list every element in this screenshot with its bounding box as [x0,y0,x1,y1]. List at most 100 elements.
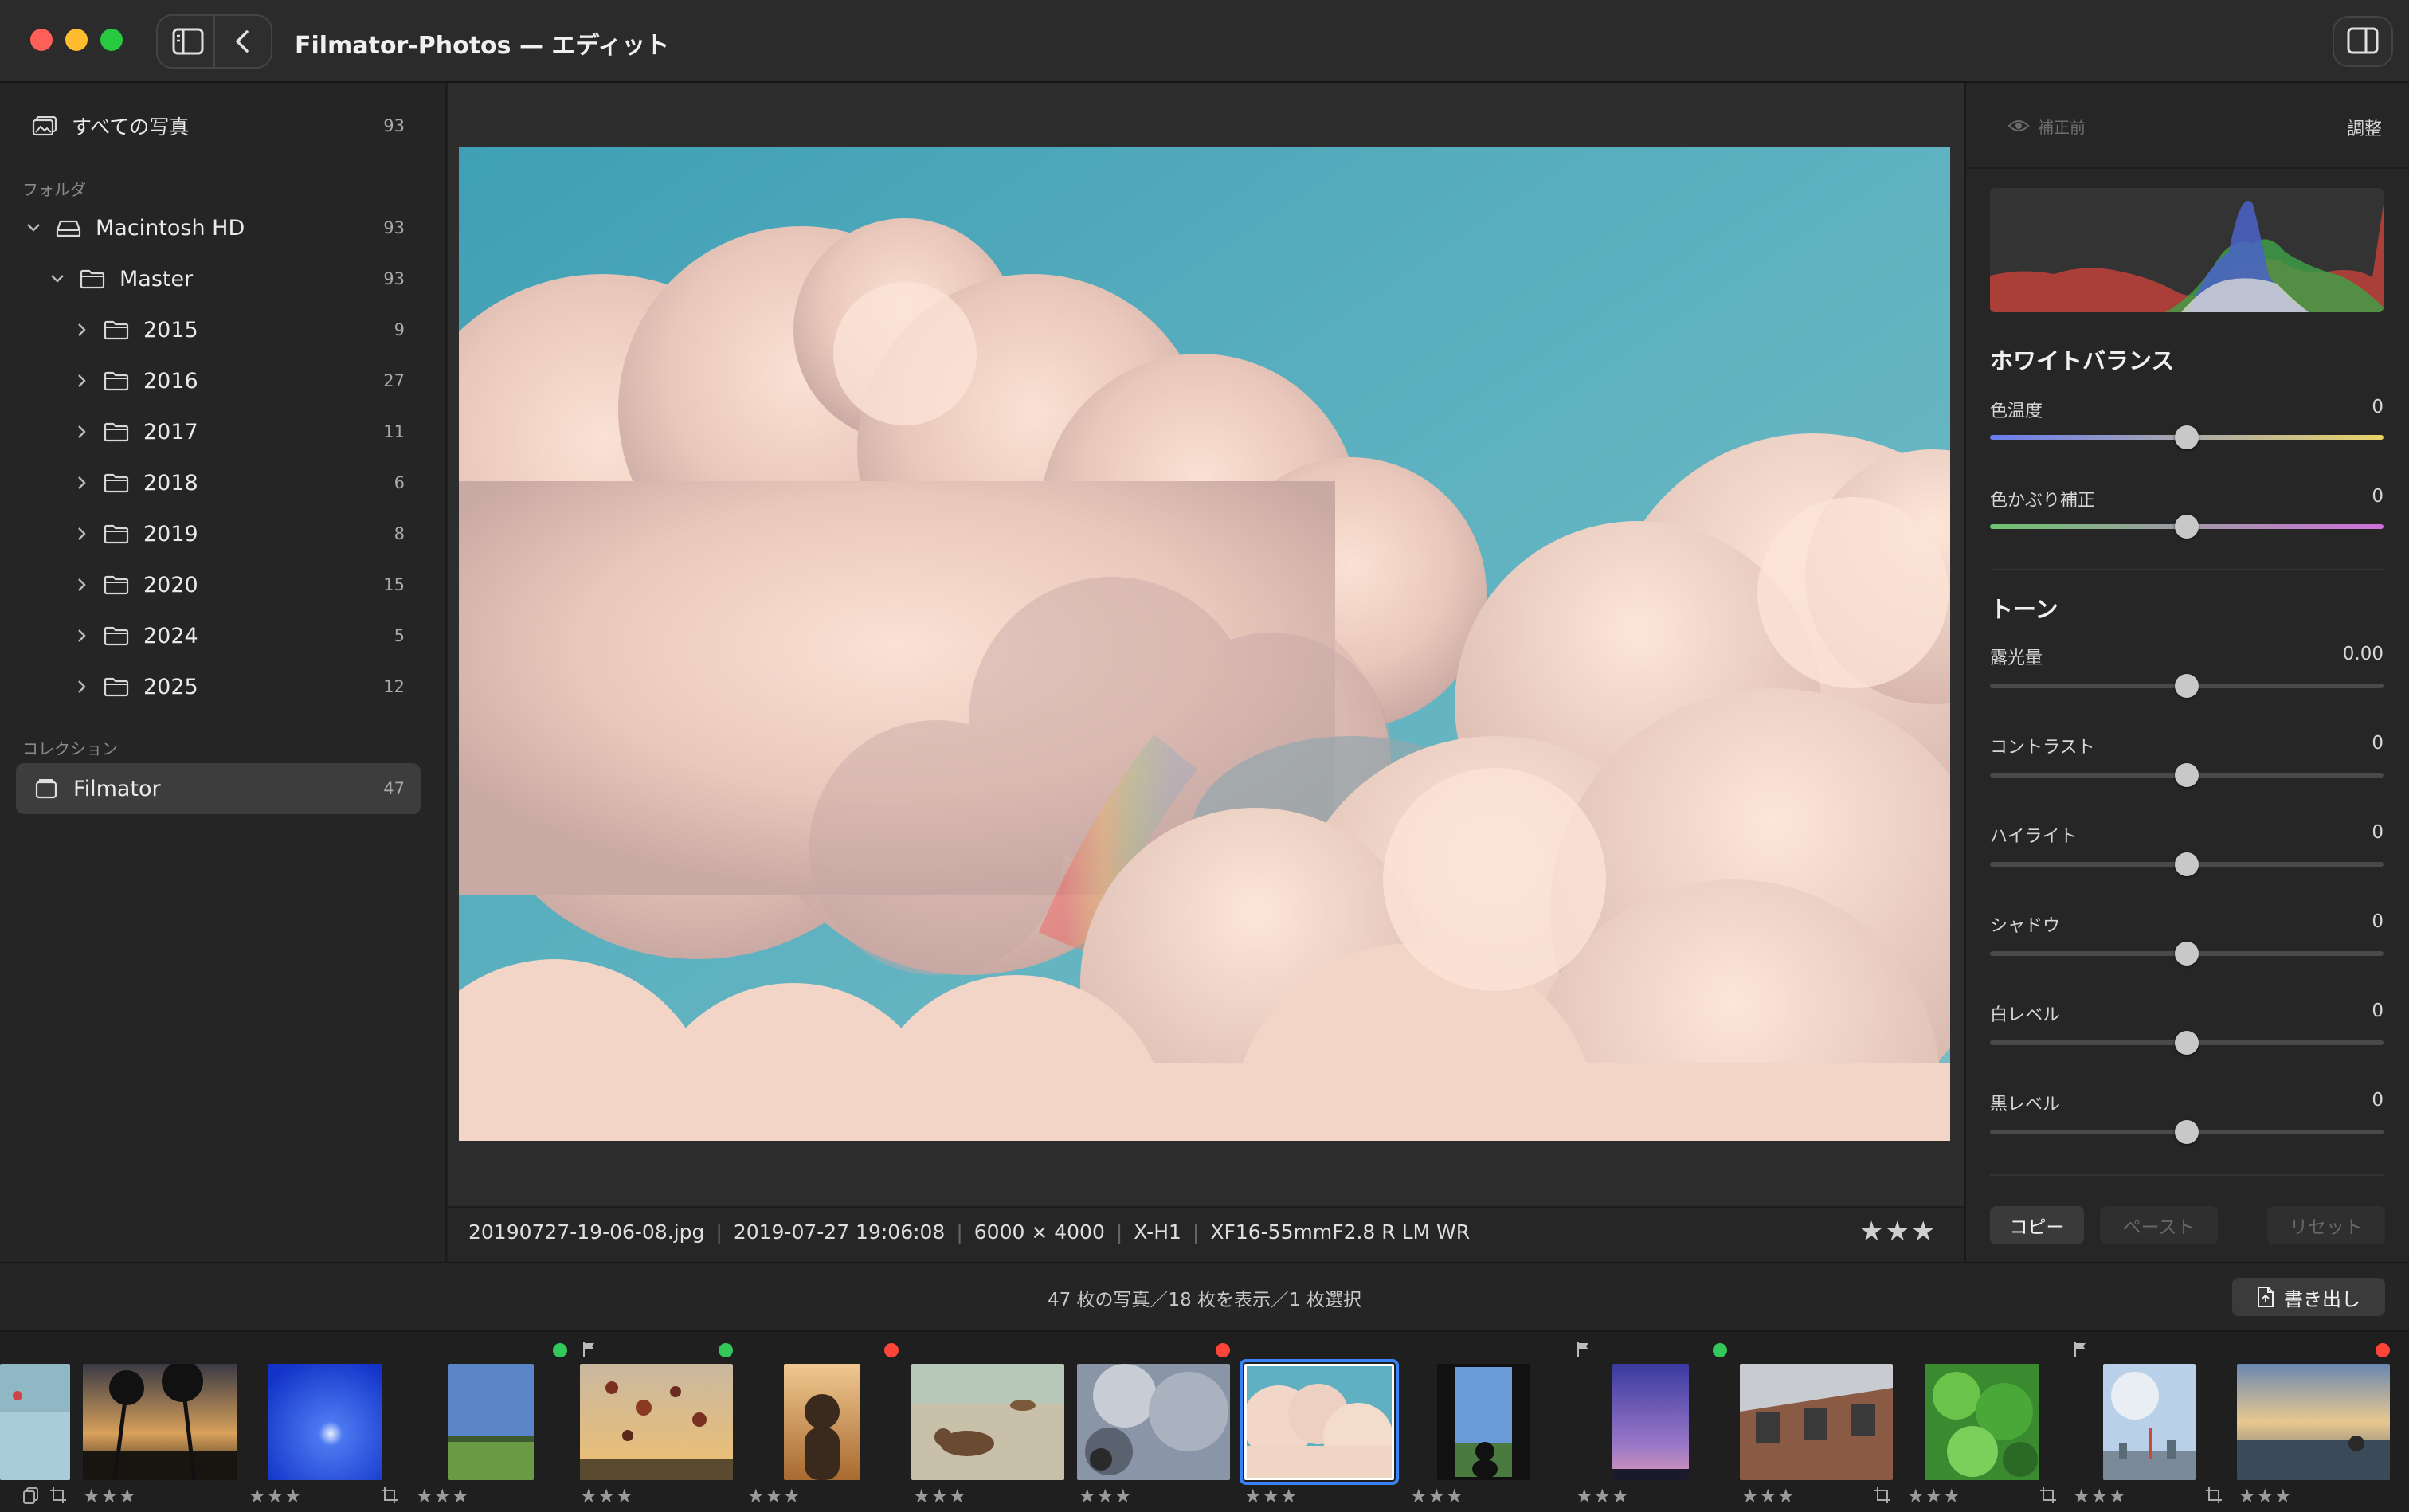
back-button[interactable] [225,24,263,59]
highlights-slider-knob[interactable] [2175,852,2199,876]
sidebar-item-count: 27 [383,371,405,390]
info-separator: | [1115,1220,1123,1244]
thumb-rating-stars[interactable]: ★★★ [580,1485,634,1507]
sidebar-item-count: 93 [383,116,405,135]
thumb-rating-stars[interactable]: ★★★ [2239,1485,2293,1507]
sidebar-item-year[interactable]: 2020 15 [73,561,446,609]
export-label: 書き出し [2284,1287,2360,1310]
sidebar-item-label: 2019 [143,521,198,546]
thumb-rating-stars[interactable]: ★★★ [83,1485,137,1507]
sidebar-item-year[interactable]: 2015 9 [73,306,446,354]
export-button[interactable]: 書き出し [2232,1278,2385,1316]
sidebar-item-master[interactable]: Master 93 [49,255,446,303]
thumb-rating-stars[interactable]: ★★★ [416,1485,470,1507]
chevron-right-icon[interactable] [73,475,89,491]
window-title: Filmator-Photos — エディット [295,32,670,60]
thumb-rating-stars[interactable]: ★★★ [249,1485,303,1507]
reset-button[interactable]: リセット [2267,1206,2385,1244]
folder-icon [104,371,129,391]
sidebar-item-label: Macintosh HD [96,215,245,241]
thumb-3-blue-sky-sun[interactable] [268,1364,382,1480]
minimize-window-button[interactable] [65,29,88,51]
exposure-slider-knob[interactable] [2175,674,2199,698]
inspector-toggle-button[interactable] [2333,16,2393,67]
folder-icon [104,422,129,442]
sidebar-item-count: 93 [383,269,405,288]
tint-slider-knob[interactable] [2175,515,2199,539]
sidebar-item-year[interactable]: 2018 6 [73,459,446,507]
thumb-14-city-skyline[interactable] [2103,1364,2196,1480]
thumb-6-child-sunset[interactable] [784,1364,860,1480]
thumb-5-balloons[interactable] [580,1364,733,1480]
sidebar-item-year[interactable]: 2017 11 [73,408,446,456]
thumb-9-clouds-selected[interactable] [1240,1359,1399,1485]
thumb-rating-stars[interactable]: ★★★ [2073,1485,2127,1507]
thumb-13-green-leaves[interactable] [1925,1364,2039,1480]
sidebar-item-year[interactable]: 2025 12 [73,663,446,711]
chevron-right-icon[interactable] [73,577,89,593]
paste-button[interactable]: ペースト [2100,1206,2218,1244]
slider-label-highlights: ハイライト [1990,827,2078,847]
shadows-slider-knob[interactable] [2175,942,2199,966]
main-photo[interactable] [459,147,1950,1141]
contrast-slider-knob[interactable] [2175,763,2199,787]
thumb-rating-stars[interactable]: ★★★ [1576,1485,1630,1507]
sidebar-item-all-photos[interactable]: すべての写真 93 [32,102,446,150]
chevron-right-icon[interactable] [73,322,89,338]
thumb-12-brick-building[interactable] [1740,1364,1893,1480]
thumbnail-image [2237,1364,2390,1480]
sidebar-item-filmator-collection[interactable]: Filmator 47 [33,765,446,813]
thumb-10-cat-window[interactable] [1437,1364,1530,1480]
slider-value-temperature: 0 [2372,397,2384,417]
whites-slider-knob[interactable] [2175,1031,2199,1055]
chevron-right-icon[interactable] [73,373,89,389]
photos-icon [32,116,57,136]
chevron-right-icon[interactable] [73,424,89,440]
temperature-slider-knob[interactable] [2175,425,2199,449]
blacks-slider-knob[interactable] [2175,1120,2199,1144]
sidebar-item-count: 93 [383,218,405,237]
chevron-right-icon[interactable] [73,628,89,644]
chevron-down-icon[interactable] [49,271,65,287]
toolbar-divider [213,16,215,67]
folder-icon [104,575,129,595]
adjust-tab[interactable]: 調整 [2347,115,2382,140]
close-window-button[interactable] [30,29,53,51]
sidebar-item-year[interactable]: 2016 27 [73,357,446,405]
copy-icon [23,1487,38,1504]
zoom-window-button[interactable] [100,29,123,51]
thumb-rating-stars[interactable]: ★★★ [913,1485,967,1507]
sidebar-item-year[interactable]: 2019 8 [73,510,446,558]
chevron-right-icon[interactable] [73,526,89,542]
thumb-rating-stars[interactable]: ★★★ [1410,1485,1464,1507]
chevron-down-icon[interactable] [25,220,41,236]
flag-icon [2074,1342,2086,1357]
copy-button[interactable]: コピー [1990,1206,2084,1244]
thumb-rating-stars[interactable]: ★★★ [747,1485,801,1507]
thumb-15-sunset-coast[interactable] [2237,1364,2390,1480]
folder-icon [104,320,129,340]
thumb-1-blue-water[interactable] [0,1364,70,1480]
sidebar-item-macintosh-hd[interactable]: Macintosh HD 93 [25,204,446,252]
before-toggle-button[interactable]: 補正前 [1992,110,2109,142]
thumb-8-gray-clouds[interactable] [1077,1364,1230,1480]
sidebar-item-count: 47 [383,779,405,798]
thumb-rating-stars[interactable]: ★★★ [1741,1485,1796,1507]
info-camera: X-H1 [1134,1220,1181,1244]
chevron-right-icon[interactable] [73,679,89,695]
thumb-2-palm-sunset[interactable] [83,1364,237,1480]
thumbnail-image [1437,1364,1530,1480]
histogram [1990,188,2384,312]
thumb-11-purple-sky[interactable] [1612,1364,1689,1480]
sidebar-item-label: 2016 [143,368,198,394]
sidebar-item-count: 11 [383,422,405,441]
thumb-rating-stars[interactable]: ★★★ [1079,1485,1133,1507]
thumb-4-field-sky[interactable] [448,1364,534,1480]
rating-stars[interactable]: ★★★ [1859,1216,1937,1248]
sidebar-item-year[interactable]: 2024 5 [73,612,446,660]
thumb-rating-stars[interactable]: ★★★ [1907,1485,1961,1507]
thumb-7-dog-beach[interactable] [911,1364,1064,1480]
thumb-rating-stars[interactable]: ★★★ [1244,1485,1299,1507]
folder-icon [104,626,129,646]
sidebar-toggle-button[interactable] [169,24,207,59]
